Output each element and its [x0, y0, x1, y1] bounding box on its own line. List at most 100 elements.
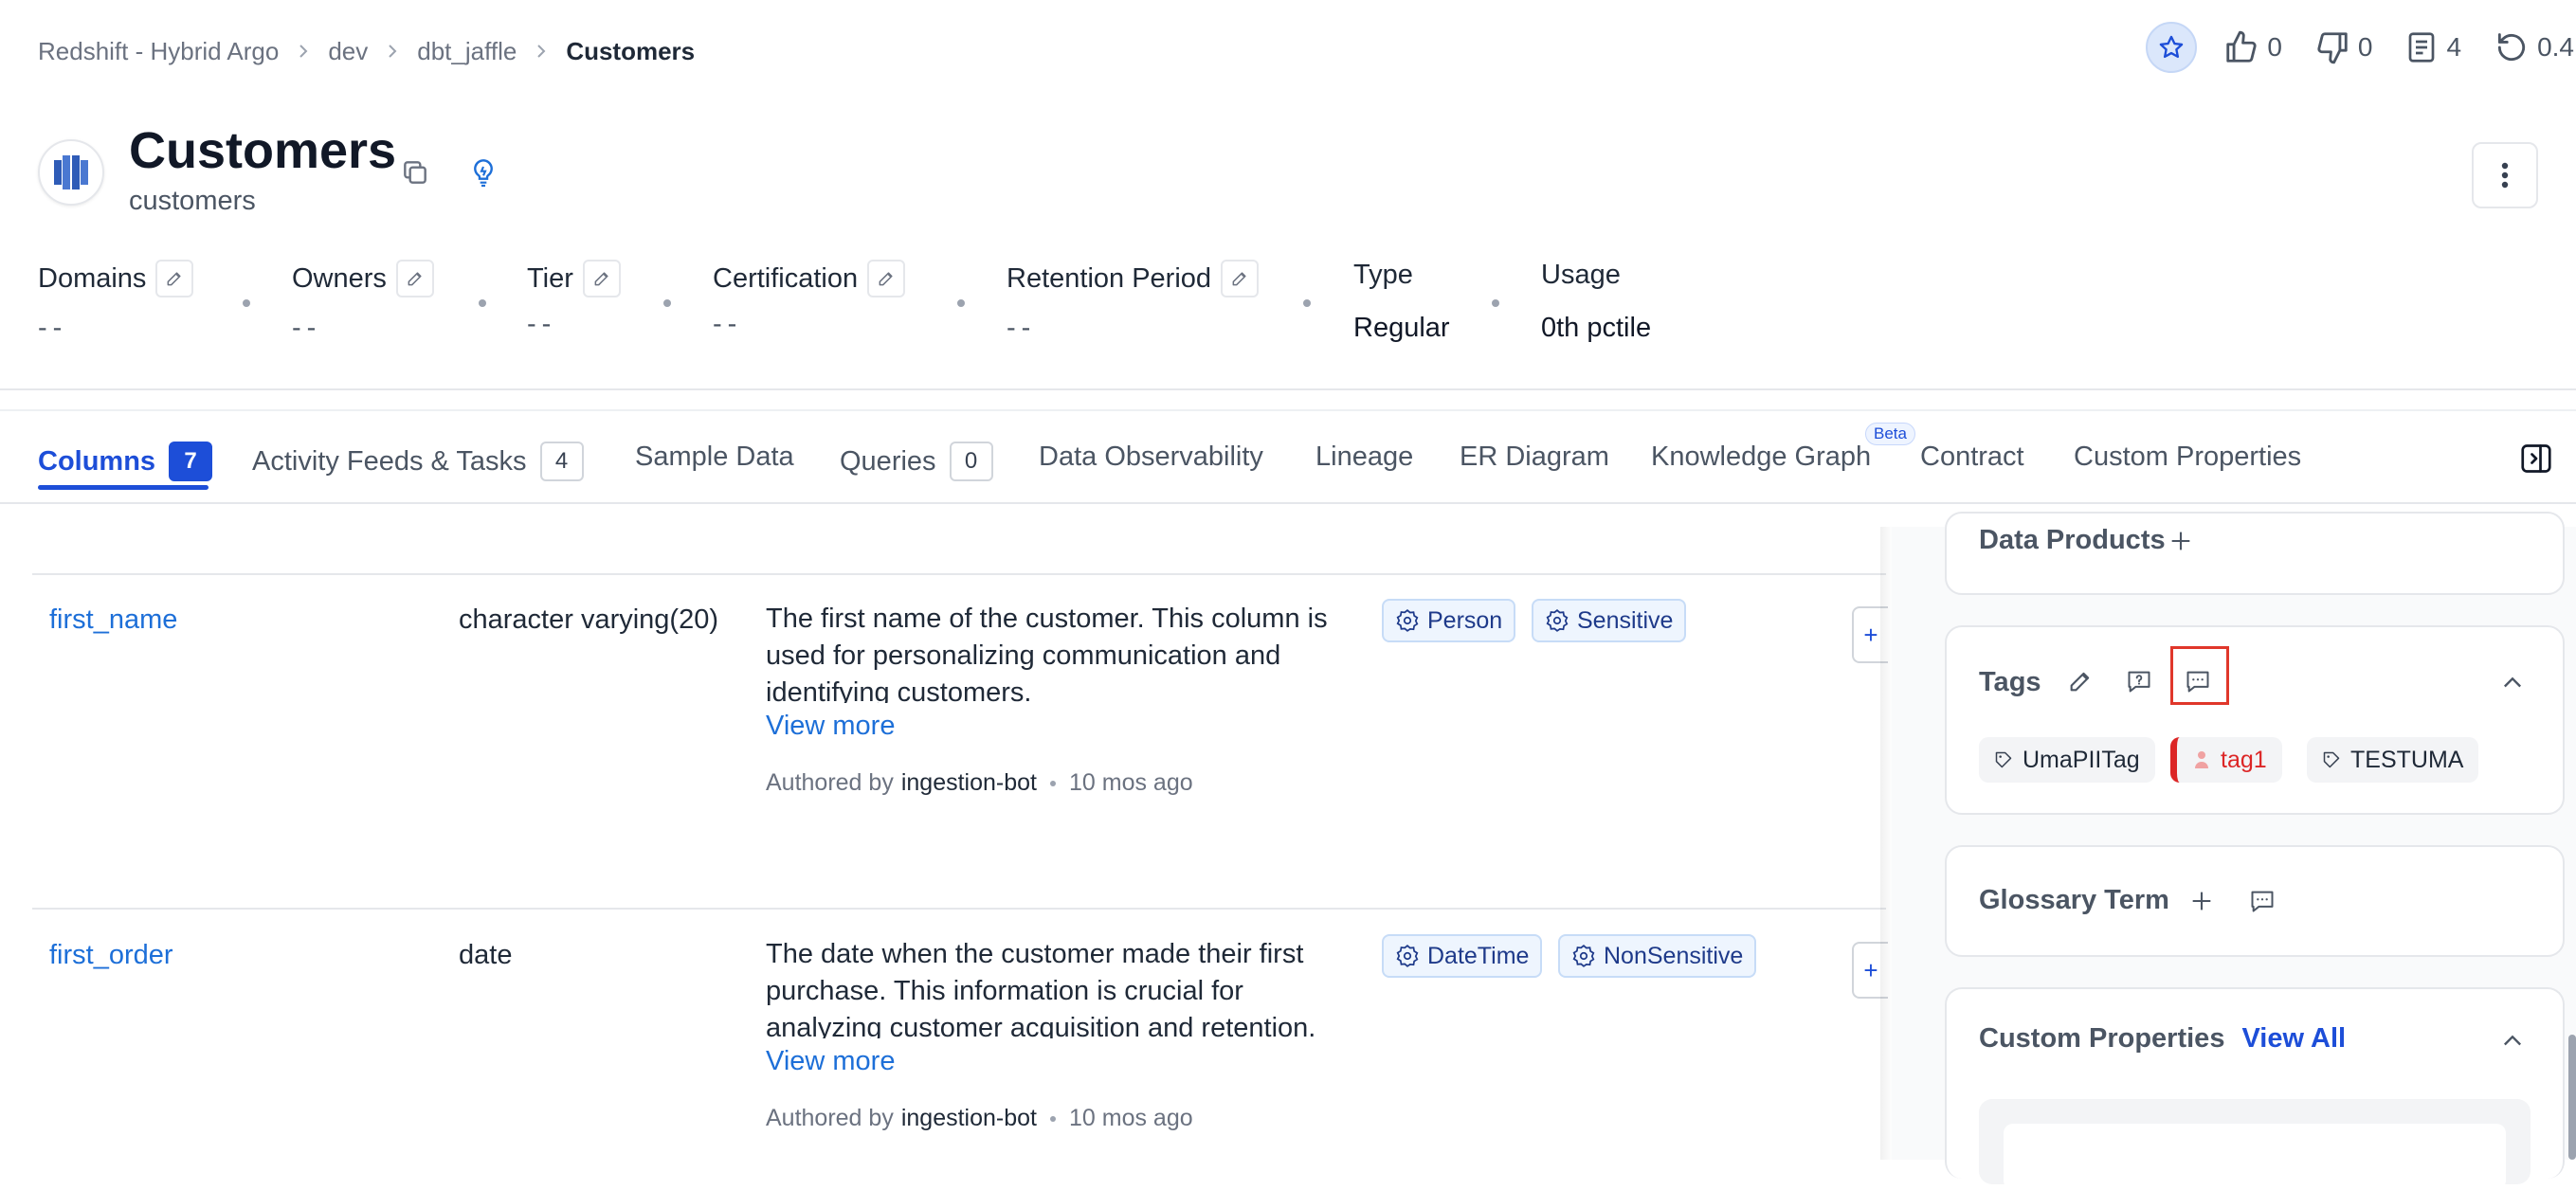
collapse-custom-properties-button[interactable] [2494, 1023, 2531, 1059]
breadcrumb-item-database[interactable]: dev [328, 37, 368, 66]
table-logo [38, 139, 104, 206]
chevron-up-icon [2504, 1035, 2521, 1046]
history-icon [2497, 33, 2526, 62]
tab-custom-properties[interactable]: Custom Properties [2074, 442, 2301, 473]
tag-icon [2323, 751, 2340, 768]
more-options-button[interactable] [2472, 142, 2538, 208]
chevron-right-icon [299, 45, 308, 58]
retention-header: Retention Period [1007, 260, 1260, 298]
tag-classification-icon [1572, 945, 1595, 967]
edit-retention-button[interactable] [1221, 260, 1260, 298]
toggle-side-panel-button[interactable] [2519, 442, 2553, 476]
tab-contract[interactable]: Contract [1920, 442, 2024, 473]
classification-tag[interactable]: NonSensitive [1558, 934, 1757, 978]
classification-tag[interactable]: Sensitive [1532, 599, 1687, 642]
thumbs-down-icon [2317, 32, 2348, 64]
add-glossary-term-button[interactable] [2184, 883, 2220, 919]
thumbs-up-icon [2226, 30, 2257, 63]
edit-tags-button[interactable] [2062, 663, 2098, 699]
breadcrumb: Redshift - Hybrid Argo dev dbt_jaffle Cu… [38, 34, 695, 68]
tier-header: Tier [527, 260, 621, 298]
edit-tier-button[interactable] [582, 260, 621, 298]
edit-owners-button[interactable] [395, 260, 434, 298]
view-all-link[interactable]: View All [2241, 1023, 2346, 1055]
pencil-icon [168, 272, 182, 286]
plus-icon [2171, 532, 2190, 550]
edit-certification-button[interactable] [867, 260, 906, 298]
glossary-term-title: Glossary Term [1979, 885, 2169, 915]
column-name-link[interactable]: first_name [49, 604, 177, 636]
tag-label: NonSensitive [1604, 942, 1744, 969]
description-line: identifying customers. [766, 677, 1032, 703]
owners-label: Owners [292, 262, 387, 294]
page-subtitle: customers [129, 186, 256, 216]
tab-label: Queries [840, 445, 936, 477]
edit-domains-button[interactable] [155, 260, 194, 298]
tag-pill[interactable]: TESTUMA [2307, 737, 2479, 783]
tab-label: Knowledge Graph [1651, 442, 1872, 472]
comment-icon [2251, 891, 2274, 912]
pencil-icon [2070, 672, 2090, 692]
type-header: Type [1353, 260, 1413, 291]
row-divider [32, 908, 1886, 910]
collapse-tags-button[interactable] [2494, 665, 2531, 701]
redshift-logo-icon [54, 155, 88, 189]
breadcrumb-item-service[interactable]: Redshift - Hybrid Argo [38, 37, 279, 66]
separator-dot [479, 299, 486, 307]
tab-activity-feeds[interactable]: Activity Feeds & Tasks 4 [252, 442, 584, 481]
description-line: The first name of the customer. This col… [766, 604, 1328, 634]
certification-header: Certification [713, 260, 906, 298]
chevron-right-icon [537, 45, 546, 58]
owners-header: Owners [292, 260, 434, 298]
author-name[interactable]: ingestion-bot [901, 769, 1037, 797]
separator-dot [243, 299, 250, 307]
usage-value: 0th pctile [1541, 313, 1652, 343]
suggestion-button[interactable] [464, 153, 502, 191]
add-data-product-button[interactable] [2163, 523, 2199, 559]
tags-title: Tags [1979, 667, 2041, 697]
breadcrumb-item-schema[interactable]: dbt_jaffle [417, 37, 517, 66]
classification-tag[interactable]: DateTime [1382, 934, 1543, 978]
tab-knowledge-graph[interactable]: Knowledge Graph [1651, 442, 1871, 473]
glossary-conversation-button[interactable] [2244, 883, 2280, 919]
tasks-button[interactable]: 4 [2404, 30, 2461, 64]
tag-label: Person [1427, 606, 1503, 634]
separator-dot [1049, 780, 1056, 786]
tab-lineage[interactable]: Lineage [1315, 442, 1413, 473]
pencil-icon [879, 272, 893, 286]
tag-classification-icon [1396, 945, 1419, 967]
tags-card: Tags UmaPIITag tag1 TESTUMA [1945, 625, 2565, 815]
tag-pill[interactable]: UmaPIITag [1979, 737, 2155, 783]
tab-er-diagram[interactable]: ER Diagram [1460, 442, 1609, 473]
column-description: The first name of the customer. This col… [766, 601, 1353, 703]
tier-label: Tier [527, 262, 573, 294]
column-name-link[interactable]: first_order [49, 940, 173, 971]
row-divider [32, 573, 1886, 575]
tab-count-badge: 0 [949, 442, 993, 481]
tag-pill[interactable]: tag1 [2170, 737, 2282, 783]
version-button[interactable]: 0.4 [2494, 29, 2574, 65]
tab-queries[interactable]: Queries 0 [840, 442, 993, 481]
tab-columns[interactable]: Columns 7 [38, 442, 213, 481]
version-number: 0.4 [2537, 32, 2574, 62]
column-data-type: character varying(20) [459, 604, 718, 635]
copy-link-button[interactable] [396, 153, 434, 191]
follow-button[interactable] [2146, 22, 2198, 73]
author-name[interactable]: ingestion-bot [901, 1105, 1037, 1132]
view-more-link[interactable]: View more [766, 1046, 895, 1077]
view-more-link[interactable]: View more [766, 711, 895, 742]
tag-label: DateTime [1427, 942, 1530, 969]
tab-data-observability[interactable]: Data Observability [1039, 442, 1263, 473]
classification-tag[interactable]: Person [1382, 599, 1516, 642]
dislike-button[interactable]: 0 [2314, 29, 2372, 65]
authored-time: 10 mos ago [1068, 1105, 1193, 1131]
usage-header: Usage [1541, 260, 1621, 291]
request-tags-button[interactable] [2121, 663, 2157, 699]
lightbulb-icon [474, 159, 493, 188]
tag-label: TESTUMA [2350, 746, 2464, 773]
glossary-term-card: Glossary Term [1945, 845, 2565, 957]
scrollbar[interactable] [2568, 1035, 2576, 1160]
tab-sample-data[interactable]: Sample Data [635, 442, 794, 473]
like-button[interactable]: 0 [2223, 29, 2282, 65]
data-products-card: Data Products [1945, 512, 2565, 595]
